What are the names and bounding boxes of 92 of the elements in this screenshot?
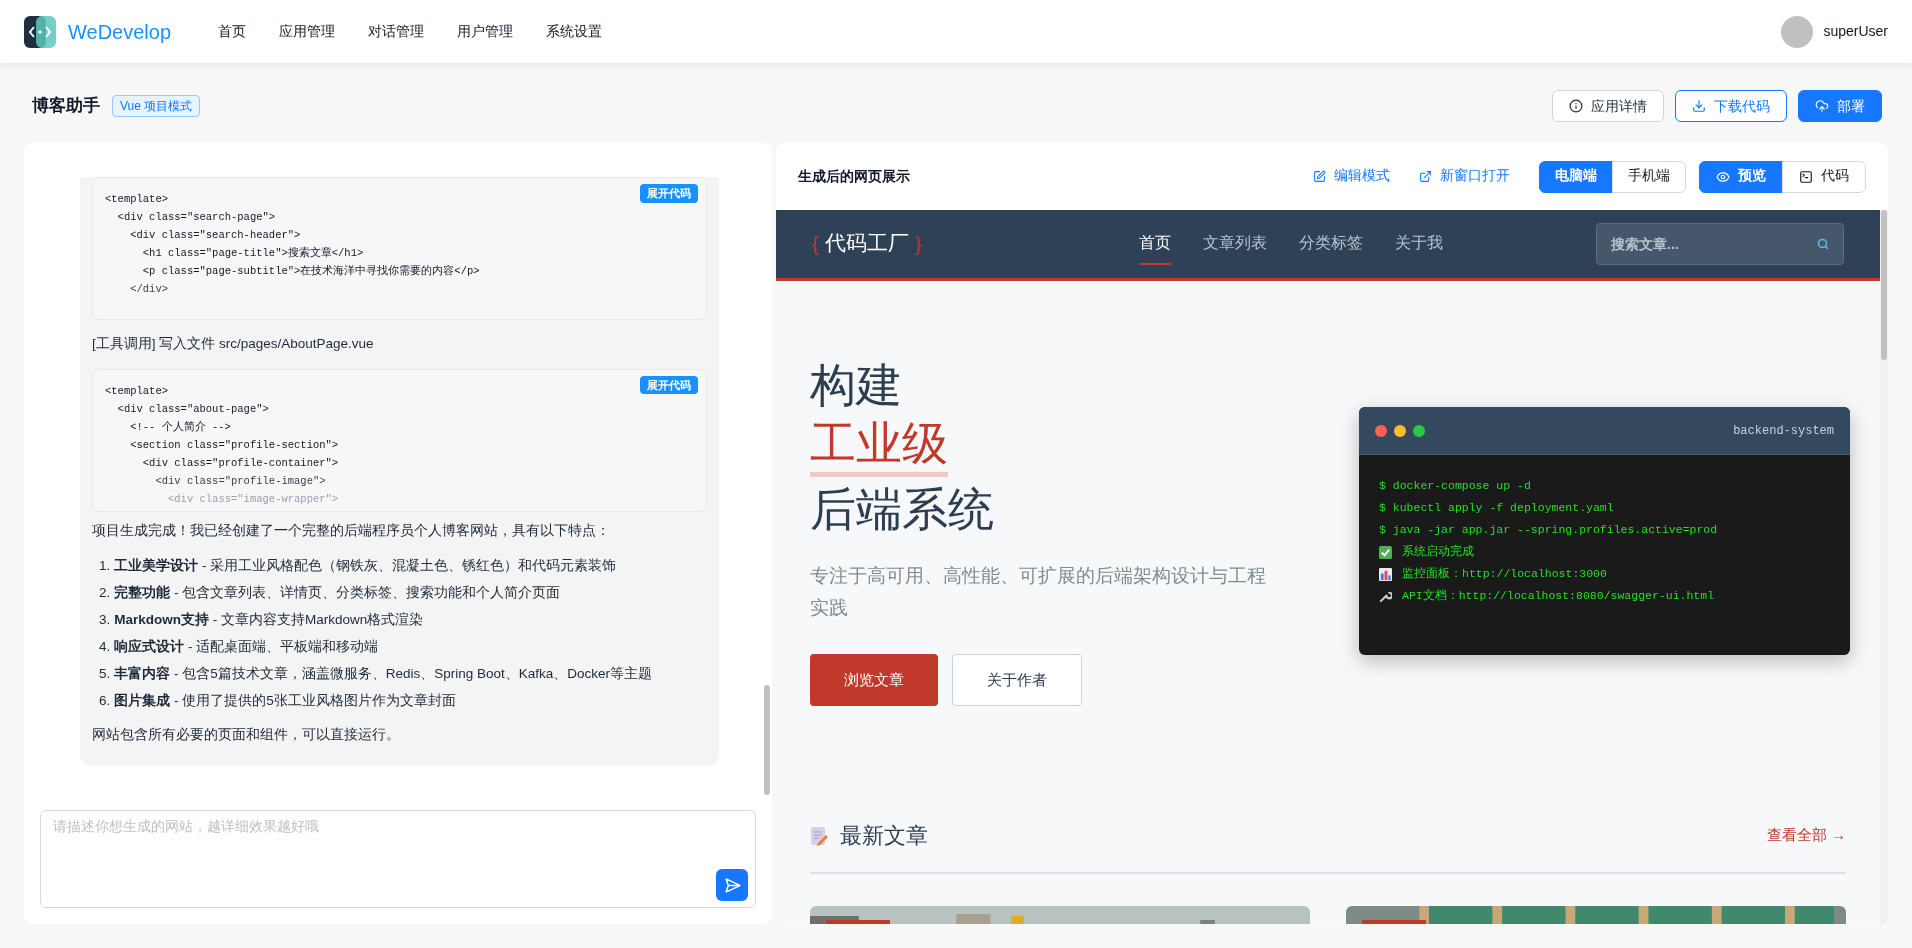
nav-link[interactable]: 应用管理 [279,21,336,42]
nav-link[interactable]: 用户管理 [457,21,514,42]
nav-link[interactable]: 首页 [218,21,247,42]
cloud-upload-icon [1815,99,1829,113]
code-line: <p class="page-subtitle">在技术海洋中寻找你需要的内容</p> [141,264,480,280]
hero-subtitle: 专注于高可用、高性能、可扩展的后端架构设计与工程实践 [810,564,1267,620]
user-name[interactable]: superUser [1823,21,1888,42]
list-item-text: Markdown支持 - 文章内容支持Markdown格式渲染 [114,610,424,629]
code-line: </div> [129,282,168,298]
list-number: 2. [99,583,111,602]
header-button[interactable]: 部署 [1798,90,1882,122]
list-item-text: 工业美学设计 - 采用工业风格配色（钢铁灰、混凝土色、锈红色）和代码元素装饰 [114,556,617,575]
logo-brace: { [812,231,819,258]
list-item-text: 响应式设计 - 适配桌面端、平板端和移动端 [114,637,379,656]
hero-button[interactable]: 关于作者 [952,654,1082,706]
header-button[interactable]: 应用详情 [1552,90,1664,122]
edit-mode-button[interactable]: 编辑模式 [1313,166,1390,187]
site-logo[interactable]: 代码工厂 [825,228,909,260]
code-line: <div class="search-header"> [129,228,301,244]
code-line: <div class="about-page"> [116,401,269,417]
code-line: <h1 class="page-title">搜索文章</h1> [141,245,364,262]
hero-heading-line: 构建 [810,357,902,414]
device-tab[interactable]: 手机端 [1612,160,1686,193]
open-new-window-button[interactable]: 新窗口打开 [1419,166,1510,187]
expand-code-button[interactable]: 展开代码 [640,184,698,203]
list-item-text: 完整功能 - 包含文章列表、详情页、分类标签、搜索功能和个人简介页面 [114,583,561,602]
terminal-line: $ java -jar app.jar --spring.profiles.active=prod [1379,522,1718,539]
list-number: 4. [99,637,111,656]
list-number: 6. [99,691,111,710]
list-number: 5. [99,664,111,683]
wrench-icon [1379,589,1392,603]
terminal-line: $ kubectl apply -f deployment.yaml [1379,500,1614,517]
code-line: <div class="search-page"> [116,210,276,226]
mode-tag: Vue 项目模式 [112,95,201,117]
logo-icon [24,15,56,48]
hero-heading-line: 后端系统 [810,481,994,538]
code-line: <div class="image-wrapper"> [167,491,339,507]
nav-link[interactable]: 系统设置 [546,21,603,42]
list-item-text: 丰富内容 - 包含5篇技术文章，涵盖微服务、Redis、Spring Boot、Kafka、Docker等主题 [114,664,653,683]
header-button[interactable]: 下载代码 [1675,90,1787,122]
brand-name: WeDevelop [68,19,172,45]
external-link-icon [1419,170,1432,183]
code-line: <div class="profile-image"> [154,473,326,489]
code-line: <div class="profile-container"> [141,455,339,471]
site-nav-link[interactable]: 文章列表 [1203,223,1267,265]
list-number: 3. [99,610,111,629]
message-textarea[interactable]: 请描述你想生成的网站，越详细效果越好哦 [41,811,755,907]
send-button[interactable] [716,869,748,901]
list-number: 1. [99,556,111,575]
checkmark-icon [1379,545,1392,559]
section-title: 最新文章 [840,822,928,850]
terminal-line: 监控面板：http://localhost:3000 [1402,566,1607,583]
view-tab[interactable]: 预览 [1699,160,1783,193]
expand-code-button[interactable]: 展开代码 [640,375,698,394]
site-nav-link[interactable]: 关于我 [1395,223,1443,265]
hero-heading-line: 工业级 [810,414,948,477]
device-tab[interactable]: 电脑端 [1539,160,1613,193]
logo-brace: } [915,231,923,258]
download-icon [1692,99,1706,113]
view-all-link[interactable]: 查看全部 → [1766,824,1846,847]
site-search-input[interactable]: 搜索文章... [1611,233,1817,255]
search-icon [1817,238,1829,250]
terminal-line: $ docker-compose up -d [1379,478,1531,495]
scrollbar-thumb[interactable] [764,685,770,795]
code-line: <template> [105,383,168,399]
scrollbar-thumb[interactable] [1881,210,1887,360]
terminal-line: 系统启动完成 [1402,544,1474,561]
hero-button[interactable]: 浏览文章 [810,654,938,706]
eye-icon [1716,169,1730,184]
terminal-icon [1799,169,1813,184]
code-line: <!-- 个人简介 --> [129,419,231,435]
bar-chart-icon [1379,567,1392,581]
preview-title: 生成后的网页展示 [798,167,910,186]
site-nav-link[interactable]: 首页 [1139,223,1171,265]
send-icon [723,876,741,894]
nav-link[interactable]: 对话管理 [368,21,425,42]
terminal-line: API文档：http://localhost:8080/swagger-ui.html [1402,588,1715,605]
terminal-title: backend-system [1733,422,1834,440]
search-field[interactable]: 搜索文章... [1596,223,1844,265]
app-title: 博客助手 [32,95,100,118]
tool-call-text: [工具调用] 写入文件 src/pages/AboutPage.vue [92,335,374,354]
avatar[interactable] [1781,15,1814,48]
code-line: <template> [105,192,168,208]
site-nav-link[interactable]: 分类标签 [1299,223,1363,265]
view-tab[interactable]: 代码 [1782,160,1866,193]
message-text: 网站包含所有必要的页面和组件，可以直接运行。 [92,725,400,744]
memo-icon [810,825,828,846]
pen-icon [1313,170,1326,183]
info-icon [1569,99,1583,113]
code-line: <section class="profile-section"> [129,437,339,453]
message-text: 项目生成完成！我已经创建了一个完整的后端程序员个人博客网站，具有以下特点： [92,521,610,540]
list-item-text: 图片集成 - 使用了提供的5张工业风格图片作为文章封面 [114,691,456,710]
